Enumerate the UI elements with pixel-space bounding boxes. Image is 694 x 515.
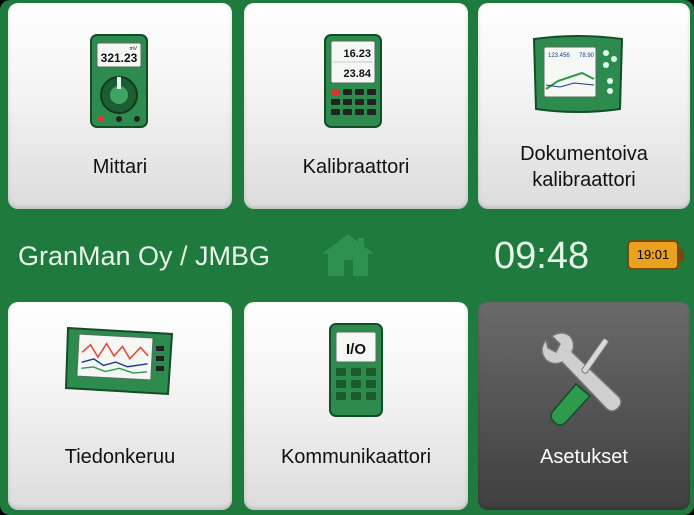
svg-text:23.84: 23.84: [343, 68, 371, 80]
datalogger-tile[interactable]: Tiedonkeruu: [8, 302, 232, 510]
svg-text:78.90: 78.90: [579, 53, 595, 59]
settings-label: Asetukset: [540, 446, 628, 468]
wrench-screwdriver-icon: [541, 332, 622, 426]
meter-label: Mittari: [92, 156, 148, 178]
datalogger-label: Tiedonkeruu: [64, 446, 176, 468]
site-name: GranMan Oy / JMBG: [18, 241, 271, 271]
home-icon[interactable]: [320, 232, 376, 278]
svg-text:123.456: 123.456: [548, 53, 570, 59]
communicator-label: Kommunikaattori: [280, 446, 432, 468]
status-bar: GranMan Oy / JMBG 09:48 19:01: [8, 214, 686, 300]
settings-tile[interactable]: Asetukset: [478, 302, 690, 510]
documenting-calibrator-label: Dokumentoiva kalibraattori: [478, 141, 690, 193]
battery-time: 19:01: [636, 247, 670, 262]
documenting-label-line1: Dokumentoiva: [520, 143, 648, 165]
clock: 09:48: [494, 235, 590, 277]
communicator-icon: I/O: [329, 323, 383, 417]
svg-text:321.23: 321.23: [101, 51, 138, 65]
communicator-tile[interactable]: I/O Kommunikaattori: [244, 302, 468, 510]
documenting-calibrator-icon: 123.456 78.90: [532, 35, 624, 113]
svg-text:I/O: I/O: [346, 341, 366, 358]
documenting-calibrator-tile[interactable]: 123.456 78.90 Dokumentoiva kalibraattori: [478, 3, 690, 209]
meter-icon: 321.23 mV: [90, 34, 148, 128]
calibrator-label: Kalibraattori: [302, 156, 410, 178]
svg-text:16.23: 16.23: [343, 48, 371, 60]
meter-tile[interactable]: 321.23 mV Mittari: [8, 3, 232, 209]
calibrator-icon: 16.23 23.84: [324, 34, 382, 128]
svg-text:mV: mV: [130, 46, 138, 52]
calibrator-tile[interactable]: 16.23 23.84 Kalibraattori: [244, 3, 468, 209]
main-menu-frame: 321.23 mV Mittari 16.23 23.84 Kalibraatt…: [0, 0, 694, 515]
datalogger-icon: [64, 326, 174, 396]
documenting-label-line2: kalibraattori: [532, 169, 636, 191]
